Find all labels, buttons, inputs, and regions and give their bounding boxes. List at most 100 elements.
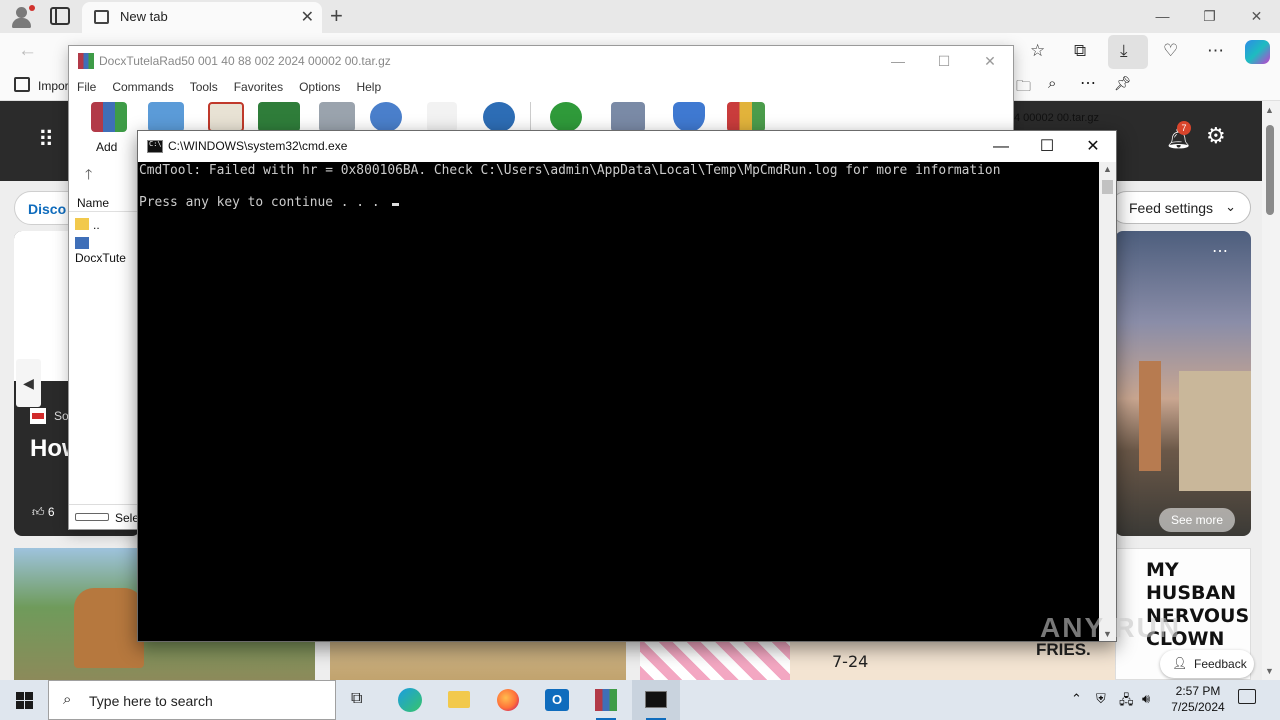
taskbar-cmd[interactable]: [632, 680, 680, 720]
notification-center-icon[interactable]: [1238, 689, 1256, 704]
downloads-button-highlight: [1108, 35, 1148, 69]
new-tab-button[interactable]: +: [330, 3, 343, 29]
copilot-icon[interactable]: [1245, 40, 1270, 64]
cmd-close-button[interactable]: ✕: [1070, 131, 1116, 162]
pin-icon[interactable]: 📌︎: [1114, 75, 1132, 92]
add-button-label[interactable]: Add: [96, 140, 117, 154]
browser-essentials-icon[interactable]: ♡: [1163, 41, 1178, 61]
taskbar-search-box[interactable]: ⌕ Type here to search: [48, 680, 336, 720]
find-magnifier-icon[interactable]: [370, 102, 402, 132]
list-item[interactable]: DocxTute: [75, 237, 139, 265]
wizard-wand-icon[interactable]: [427, 102, 457, 132]
see-more-button[interactable]: See more: [1159, 508, 1235, 532]
winrar-close-button[interactable]: ✕: [967, 46, 1013, 76]
sfx-icon[interactable]: [727, 102, 765, 132]
comic-date: 7-24: [832, 652, 869, 671]
cmd-maximize-button[interactable]: ☐: [1024, 131, 1070, 162]
comment-icon[interactable]: [611, 102, 645, 132]
column-header-name[interactable]: Name: [69, 192, 139, 212]
taskbar-clock[interactable]: 2:57 PM 7/25/2024: [1168, 683, 1228, 715]
defender-icon[interactable]: ⛨: [1096, 691, 1106, 707]
feedback-button[interactable]: 👤︎ Feedback: [1160, 650, 1254, 678]
taskbar-outlook[interactable]: O: [533, 680, 581, 720]
task-view-button[interactable]: ⧉: [336, 680, 384, 720]
like-count[interactable]: 👍︎ 6: [32, 505, 55, 520]
minimize-button[interactable]: —: [1139, 0, 1186, 33]
apps-grid-icon[interactable]: ⠿: [38, 127, 54, 153]
folder-icon: [75, 218, 89, 230]
add-archive-icon[interactable]: [91, 102, 127, 132]
volume-icon[interactable]: 🔊︎: [1142, 691, 1150, 707]
menu-help[interactable]: Help: [356, 76, 389, 98]
list-item[interactable]: ..: [75, 218, 100, 236]
back-button[interactable]: ←: [18, 40, 37, 62]
cmd-app-icon: [147, 140, 163, 153]
close-tab-button[interactable]: ✕: [301, 7, 314, 27]
menu-commands[interactable]: Commands: [112, 76, 181, 98]
menu-options[interactable]: Options: [299, 76, 348, 98]
tab-new-tab[interactable]: New tab ✕: [82, 2, 322, 33]
more-icon[interactable]: ⋯: [1080, 73, 1096, 93]
protect-shield-icon[interactable]: [673, 102, 705, 132]
notification-count-badge: 7: [1177, 121, 1191, 135]
scroll-up-icon[interactable]: ▲: [1265, 105, 1274, 115]
delete-trash-icon[interactable]: [319, 102, 355, 132]
scroll-up-icon[interactable]: ▲: [1103, 164, 1112, 174]
cmd-title: C:\WINDOWS\system32\cmd.exe: [168, 139, 348, 153]
news-card-right[interactable]: ⋯ See more: [1115, 231, 1251, 536]
winrar-title: DocxTutelaRad50 001 40 88 002 2024 00002…: [99, 54, 391, 68]
scroll-thumb[interactable]: [1102, 180, 1113, 194]
favorites-bar-item[interactable]: Impor: [38, 79, 69, 93]
card-more-options-icon[interactable]: ⋯: [1212, 241, 1229, 261]
downloads-icon[interactable]: ⤓: [1120, 41, 1128, 61]
menu-file[interactable]: File: [77, 76, 104, 98]
file-explorer-icon: [448, 691, 470, 708]
start-button[interactable]: [0, 680, 48, 720]
open-folder-icon[interactable]: 🗀: [1016, 76, 1031, 101]
cmd-scrollbar[interactable]: ▲ ▼: [1099, 162, 1116, 641]
search-icon[interactable]: ⌕: [1048, 75, 1056, 92]
favorites-star-icon[interactable]: ☆: [1030, 41, 1045, 61]
scroll-down-icon[interactable]: ▼: [1265, 666, 1274, 676]
taskbar-edge[interactable]: [386, 680, 434, 720]
cmd-minimize-button[interactable]: —: [978, 131, 1024, 162]
cmd-icon: [645, 691, 667, 708]
winrar-menu-bar: File Commands Tools Favorites Options He…: [69, 76, 1013, 98]
carousel-prev-button[interactable]: ◀: [16, 359, 41, 407]
view-book-icon[interactable]: [258, 102, 300, 132]
collections-icon[interactable]: ⧉: [1074, 41, 1086, 61]
settings-and-more-icon[interactable]: ⋯: [1207, 41, 1224, 61]
cmd-window: C:\WINDOWS\system32\cmd.exe — ☐ ✕ CmdToo…: [137, 130, 1117, 642]
feedback-icon: 👤︎: [1172, 656, 1188, 670]
feedback-label: Feedback: [1194, 657, 1247, 671]
test-icon[interactable]: [208, 102, 244, 132]
news-source-logo: [30, 408, 46, 424]
tab-actions-icon[interactable]: [50, 7, 70, 25]
profile-avatar-icon[interactable]: [8, 4, 35, 30]
scroll-thumb[interactable]: [1266, 125, 1274, 215]
menu-favorites[interactable]: Favorites: [234, 76, 291, 98]
console-line: CmdTool: Failed with hr = 0x800106BA. Ch…: [139, 163, 1001, 178]
page-settings-gear-icon[interactable]: ⚙: [1206, 123, 1226, 149]
taskbar-file-explorer[interactable]: [435, 680, 483, 720]
windows-logo-icon: [16, 701, 24, 709]
network-icon[interactable]: 🖧︎: [1119, 691, 1134, 713]
taskbar-winrar[interactable]: [582, 680, 630, 720]
winrar-maximize-button[interactable]: ☐: [921, 46, 967, 76]
winrar-minimize-button[interactable]: —: [875, 46, 921, 76]
feed-settings-button[interactable]: Feed settings ⌄: [1110, 191, 1251, 224]
winrar-file-list: Name .. DocxTute: [69, 192, 139, 522]
menu-tools[interactable]: Tools: [190, 76, 226, 98]
show-hidden-icons-chevron-icon[interactable]: ⌃: [1071, 691, 1082, 707]
page-scrollbar[interactable]: ▲ ▼: [1262, 101, 1280, 680]
taskbar-firefox[interactable]: [484, 680, 532, 720]
info-icon[interactable]: [483, 102, 515, 132]
restore-button[interactable]: ❐: [1186, 0, 1233, 33]
virus-scan-icon[interactable]: [550, 102, 582, 132]
close-window-button[interactable]: ✕: [1233, 0, 1280, 33]
news-source-name: So: [54, 409, 69, 423]
up-one-level-icon[interactable]: 🡑: [85, 164, 92, 188]
console-output[interactable]: CmdTool: Failed with hr = 0x800106BA. Ch…: [138, 162, 1099, 641]
extract-to-icon[interactable]: [148, 102, 184, 132]
text-cursor: [392, 203, 400, 206]
